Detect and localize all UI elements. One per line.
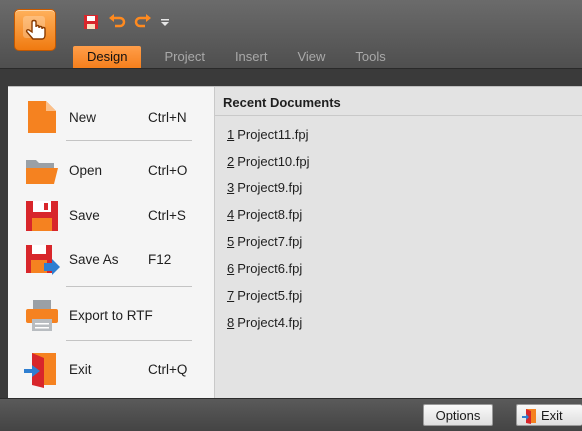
recent-item-name: Project7.fpj (237, 234, 303, 249)
divider (215, 115, 582, 116)
menu-item-export-rtf[interactable]: Export to RTF (8, 291, 214, 339)
save-as-icon (26, 245, 60, 275)
menu-item-label: Save As (69, 251, 119, 267)
recent-item-number: 5 (227, 234, 235, 249)
exit-door-icon (522, 409, 536, 424)
new-document-icon (28, 101, 56, 133)
save-icon (26, 201, 58, 231)
recent-document-item[interactable]: 5 Project7.fpj (227, 234, 302, 254)
tab-view[interactable]: View (282, 46, 340, 68)
menu-separator (66, 340, 192, 341)
recent-item-number: 6 (227, 261, 235, 276)
menu-item-shortcut: Ctrl+Q (148, 361, 188, 377)
application-menu-panel: New Ctrl+N Open Ctrl+O Save Ctrl+S Save … (8, 86, 582, 399)
recent-document-item[interactable]: 7 Project5.fpj (227, 288, 302, 308)
ribbon-header: Design Project Insert View Tools (0, 0, 582, 69)
menu-commands: New Ctrl+N Open Ctrl+O Save Ctrl+S Save … (8, 87, 215, 399)
menu-item-label: Exit (69, 361, 92, 377)
recent-item-name: Project10.fpj (237, 154, 310, 169)
options-button[interactable]: Options (423, 404, 493, 426)
recent-documents-panel: Recent Documents 1 Project11.fpj 2 Proje… (215, 87, 582, 399)
menu-item-shortcut: F12 (148, 251, 172, 267)
tab-design[interactable]: Design (73, 46, 142, 68)
menu-item-label: Export to RTF (69, 307, 153, 323)
recent-item-name: Project5.fpj (237, 288, 303, 303)
recent-item-number: 7 (227, 288, 235, 303)
hand-pointer-icon (23, 16, 46, 40)
recent-item-number: 3 (227, 180, 235, 195)
menu-separator (66, 140, 192, 141)
menu-item-shortcut: Ctrl+N (148, 109, 187, 125)
menu-item-save[interactable]: Save Ctrl+S (8, 191, 214, 239)
recent-item-number: 4 (227, 207, 235, 222)
exit-button-label: Exit (541, 408, 563, 423)
recent-documents-header: Recent Documents (223, 95, 341, 110)
menu-item-shortcut: Ctrl+S (148, 207, 186, 223)
menu-item-open[interactable]: Open Ctrl+O (8, 146, 214, 194)
menu-footer: Options Exit (0, 398, 582, 431)
printer-icon (26, 300, 58, 331)
save-icon[interactable] (81, 12, 101, 32)
open-folder-icon (26, 160, 58, 184)
tab-project[interactable]: Project (149, 46, 219, 68)
recent-item-name: Project9.fpj (237, 180, 303, 195)
quick-access-toolbar (81, 11, 171, 33)
redo-icon[interactable] (133, 12, 153, 32)
menu-item-shortcut: Ctrl+O (148, 162, 188, 178)
recent-item-name: Project11.fpj (237, 127, 309, 142)
recent-document-item[interactable]: 3 Project9.fpj (227, 180, 302, 200)
recent-item-number: 8 (227, 315, 235, 330)
undo-icon[interactable] (107, 12, 127, 32)
menu-item-save-as[interactable]: Save As F12 (8, 235, 214, 283)
menu-item-label: New (69, 109, 97, 125)
recent-document-item[interactable]: 6 Project6.fpj (227, 261, 302, 281)
exit-button[interactable]: Exit (516, 404, 582, 426)
recent-document-item[interactable]: 2 Project10.fpj (227, 154, 310, 174)
ribbon-tabs: Design Project Insert View Tools (73, 46, 401, 68)
exit-door-icon (24, 353, 56, 388)
application-menu-button[interactable] (14, 9, 56, 51)
recent-item-name: Project6.fpj (237, 261, 303, 276)
application-window: Design Project Insert View Tools New Ctr… (0, 0, 582, 431)
menu-item-label: Open (69, 162, 103, 178)
menu-separator (66, 286, 192, 287)
tab-tools[interactable]: Tools (340, 46, 400, 68)
recent-document-item[interactable]: 8 Project4.fpj (227, 315, 302, 335)
dropdown-arrow-icon[interactable] (159, 12, 171, 32)
menu-item-label: Save (69, 207, 100, 223)
menu-item-new[interactable]: New Ctrl+N (8, 93, 214, 141)
recent-item-number: 1 (227, 127, 235, 142)
recent-document-item[interactable]: 1 Project11.fpj (227, 127, 309, 147)
menu-item-exit[interactable]: Exit Ctrl+Q (8, 345, 214, 393)
tab-insert[interactable]: Insert (220, 46, 283, 68)
recent-item-name: Project8.fpj (237, 207, 303, 222)
recent-document-item[interactable]: 4 Project8.fpj (227, 207, 302, 227)
recent-item-number: 2 (227, 154, 235, 169)
recent-item-name: Project4.fpj (237, 315, 303, 330)
